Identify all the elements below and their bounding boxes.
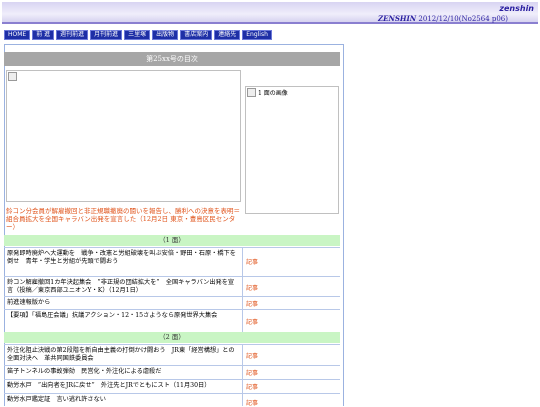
nav-contact[interactable]: 連絡先 (214, 30, 241, 40)
article-link[interactable]: 記事 (246, 317, 258, 326)
nav-monthly[interactable]: 月刊前進 (90, 30, 123, 40)
article-link[interactable]: 記事 (246, 351, 258, 360)
article-row: 【要項】「福島圧会議」抗議アクション・12・15さようなら原発世界大集会 記事 (4, 309, 340, 332)
article-link[interactable]: 記事 (246, 283, 258, 292)
nav-bookstores[interactable]: 書店案内 (180, 30, 213, 40)
photo-caption: 鈴コン分会員が解雇撤回と非正規職撤廃の闘いを報告し、勝利への決意を表明＝組合員拡… (6, 207, 240, 231)
article-row: 動労水戸 ”出向者をJRに戻せ” 外注先とJRでともにスト（11月30日） 記事 (4, 379, 340, 393)
article-row: 原発即時廃炉へ大運動を 戦争・改憲と労組破壊を叫ぶ安倍・野田・石原・橋下を倒せ … (4, 247, 340, 276)
toc-title: 第25xx号の目次 (4, 52, 340, 66)
nav-home[interactable]: HOME (4, 30, 31, 40)
article-title: 【要項】「福島圧会議」抗議アクション・12・15さようなら原発世界大集会 (7, 312, 218, 319)
broken-image-icon (8, 72, 17, 81)
nav-weekly[interactable]: 週刊前進 (56, 30, 89, 40)
article-title: 原発即時廃炉へ大運動を 戦争・改憲と労組破壊を叫ぶ安倍・野田・石原・橋下を倒せ … (7, 250, 236, 265)
article-link[interactable]: 記事 (246, 368, 258, 377)
zenshin-logo[interactable]: zenshin (499, 4, 534, 13)
article-link[interactable]: 記事 (246, 398, 258, 407)
issue-info: ZENSHIN 2012/12/10(No2564 p06) (378, 14, 508, 23)
article-row: 外注化阻止決戦の第2段階を新自由主義の打倒かけ闘おう JR東「経営構想」との全面… (4, 344, 340, 365)
article-link[interactable]: 記事 (246, 382, 258, 391)
article-link[interactable]: 記事 (246, 257, 258, 266)
article-title: 笛子トンネルの事故弾劾 民営化・外注化による虐殺だ (7, 368, 162, 375)
section-header: （1 面） (4, 235, 340, 246)
front-photo (6, 70, 241, 202)
nav-english[interactable]: English (242, 30, 272, 40)
article-link[interactable]: 記事 (246, 299, 258, 308)
header-banner: zenshin ZENSHIN 2012/12/10(No2564 p06) (2, 2, 538, 24)
article-row: 鈴コン解雇撤回1カ年決起集会 ”非正規の団結拡大を” 全国キャラバン出発を宣言（… (4, 276, 340, 296)
main-nav: HOME 前 進 週刊前進 月刊前進 三里塚 出版物 書店案内 連絡先 Engl… (4, 30, 272, 40)
section-header: （2 面） (4, 332, 340, 343)
nav-publications[interactable]: 出版物 (152, 30, 179, 40)
article-title: 鈴コン解雇撤回1カ年決起集会 ”非正規の団結拡大を” 全国キャラバン出発を宣言（… (7, 279, 235, 294)
article-row: 動労水戸鑑定証 言い逃れ許さない 記事 (4, 393, 340, 407)
article-row: 笛子トンネルの事故弾劾 民営化・外注化による虐殺だ 記事 (4, 365, 340, 379)
nav-zenshin[interactable]: 前 進 (32, 30, 55, 40)
nav-sanrizuka[interactable]: 三里塚 (124, 30, 151, 40)
article-title: 動労水戸 ”出向者をJRに戻せ” 外注先とJRでともにスト（11月30日） (7, 382, 211, 389)
page1-image[interactable]: 1 面の画像 (245, 86, 339, 214)
article-row: 前進速報版から 記事 (4, 296, 340, 309)
article-title: 動労水戸鑑定証 言い逃れ許さない (7, 396, 106, 403)
page1-caption: 1 面の画像 (258, 90, 288, 97)
article-title: 外注化阻止決戦の第2段階を新自由主義の打倒かけ闘おう JR東「経営構想」との全面… (7, 347, 235, 362)
article-title: 前進速報版から (7, 299, 51, 306)
broken-image-icon (247, 88, 256, 97)
issue-date: 2012/12/10(No2564 p06) (416, 15, 508, 23)
issue-prefix: ZENSHIN (378, 14, 417, 23)
